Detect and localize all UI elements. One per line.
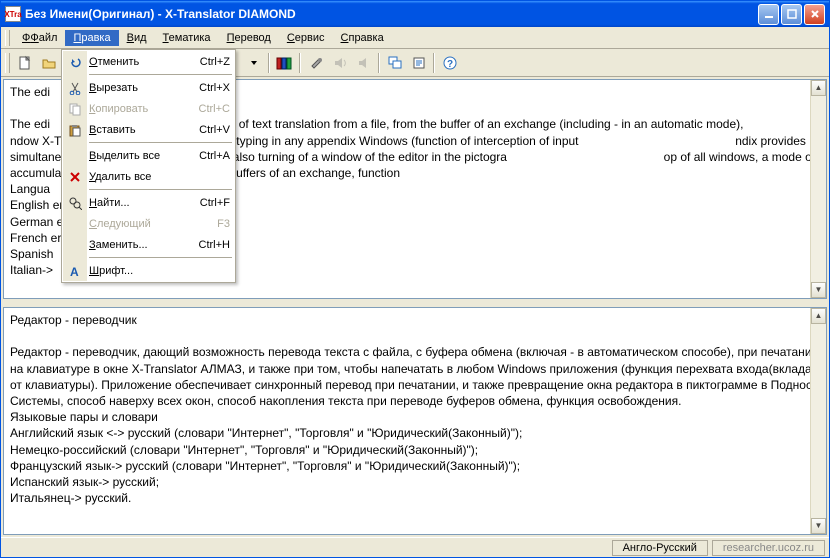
scroll-up-icon[interactable]: ▲ <box>811 80 826 96</box>
menu-item-найти-[interactable]: Найти...Ctrl+F <box>63 192 234 213</box>
menu-item-label: Копировать <box>85 103 182 115</box>
menu-item-выделить-все[interactable]: Выделить всеCtrl+A <box>63 145 234 166</box>
content-area: The edi The edi unity of text translatio… <box>1 77 829 537</box>
find-icon <box>65 196 85 210</box>
status-lang-pair[interactable]: Англо-Русский <box>612 540 708 556</box>
maximize-button[interactable] <box>781 4 802 25</box>
menu-translate[interactable]: Перевод <box>219 30 279 46</box>
menu-item-shortcut: Ctrl+X <box>182 82 230 94</box>
menu-separator <box>89 142 232 143</box>
dropdown-arrow-button[interactable] <box>242 52 265 74</box>
text-line: Языковые пары и словари <box>10 409 820 425</box>
menu-item-шрифт-[interactable]: A Шрифт... <box>63 260 234 281</box>
text-line: Французский язык-> русский (словари "Инт… <box>10 458 820 474</box>
windows-button[interactable] <box>383 52 406 74</box>
paste-icon <box>65 123 85 137</box>
menu-item-вставить[interactable]: ВставитьCtrl+V <box>63 119 234 140</box>
sound-button[interactable] <box>328 52 351 74</box>
title-bar: XTra Без Имени(Оригинал) - X-Translator … <box>1 1 829 27</box>
app-icon: XTra <box>5 6 21 22</box>
menu-item-label: Отменить <box>85 56 182 68</box>
menu-item-вырезать[interactable]: ВырезатьCtrl+X <box>63 77 234 98</box>
menu-item-shortcut: Ctrl+A <box>182 150 230 162</box>
scroll-down-icon[interactable]: ▼ <box>811 518 826 534</box>
menu-item-label: Выделить все <box>85 150 182 162</box>
svg-text:?: ? <box>446 59 452 70</box>
settings-button[interactable] <box>304 52 327 74</box>
menu-item-shortcut: Ctrl+Z <box>182 56 230 68</box>
status-bar: Англо-Русский researcher.ucoz.ru <box>1 537 829 557</box>
menu-item-shortcut: Ctrl+V <box>182 124 230 136</box>
menu-separator <box>89 74 232 75</box>
minimize-button[interactable] <box>758 4 779 25</box>
cut-icon <box>65 81 85 95</box>
menu-item-следующий: СледующийF3 <box>63 213 234 234</box>
menu-item-label: Вставить <box>85 124 182 136</box>
scrollbar[interactable]: ▲ ▼ <box>810 308 826 534</box>
help-button[interactable]: ? <box>438 52 461 74</box>
translation-pane[interactable]: Редактор - переводчик Редактор - перевод… <box>3 307 827 535</box>
app-window: XTra Без Имени(Оригинал) - X-Translator … <box>0 0 830 558</box>
scrollbar[interactable]: ▲ ▼ <box>810 80 826 298</box>
history-button[interactable] <box>407 52 430 74</box>
menubar-grip <box>5 30 10 46</box>
speak-button[interactable] <box>352 52 375 74</box>
menu-separator <box>89 257 232 258</box>
menu-item-удалить-все[interactable]: Удалить все <box>63 166 234 187</box>
menu-item-копировать: КопироватьCtrl+C <box>63 98 234 119</box>
delete-icon <box>65 170 85 184</box>
menu-item-отменить[interactable]: ОтменитьCtrl+Z <box>63 51 234 72</box>
status-watermark: researcher.ucoz.ru <box>712 540 825 556</box>
menu-bar: ФФайл Правка Вид Тематика Перевод Сервис… <box>1 27 829 49</box>
menu-item-label: Найти... <box>85 197 182 209</box>
text-line: Итальянец-> русский. <box>10 490 820 506</box>
close-button[interactable] <box>804 4 825 25</box>
menu-service[interactable]: Сервис <box>279 30 333 46</box>
text-line: Редактор - переводчик <box>10 312 820 328</box>
menu-item-shortcut: Ctrl+H <box>182 239 230 251</box>
edit-dropdown-menu: ОтменитьCtrl+ZВырезатьCtrl+XКопироватьCt… <box>61 49 236 283</box>
copy-icon <box>65 102 85 116</box>
menu-file[interactable]: ФФайл <box>14 30 65 46</box>
menu-separator <box>89 189 232 190</box>
scroll-down-icon[interactable]: ▼ <box>811 282 826 298</box>
menu-item-label: Удалить все <box>85 171 182 183</box>
menu-item-label: Вырезать <box>85 82 182 94</box>
menu-item-label: Шрифт... <box>85 265 182 277</box>
new-button[interactable] <box>13 52 36 74</box>
menu-item-label: Заменить... <box>85 239 182 251</box>
font-icon: A <box>65 264 85 278</box>
splitter[interactable] <box>1 301 829 305</box>
toolbar-grip <box>5 53 10 73</box>
menu-item-shortcut: Ctrl+F <box>182 197 230 209</box>
menu-item-label: Следующий <box>85 218 182 230</box>
menu-edit[interactable]: Правка <box>65 30 118 46</box>
undo-icon <box>65 55 85 69</box>
text-line: Английский язык <-> русский (словари "Ин… <box>10 425 820 441</box>
menu-item-shortcut: F3 <box>182 218 230 230</box>
text-line: Испанский язык-> русский; <box>10 474 820 490</box>
menu-help[interactable]: Справка <box>333 30 392 46</box>
menu-view[interactable]: Вид <box>119 30 155 46</box>
open-button[interactable] <box>37 52 60 74</box>
menu-topic[interactable]: Тематика <box>155 30 219 46</box>
menu-item-shortcut: Ctrl+C <box>182 103 230 115</box>
menu-item-заменить-[interactable]: Заменить...Ctrl+H <box>63 234 234 255</box>
window-title: Без Имени(Оригинал) - X-Translator DIAMO… <box>25 7 758 21</box>
svg-text:A: A <box>70 265 79 278</box>
text-body: Редактор - переводчик, дающий возможност… <box>10 344 820 409</box>
dictionaries-button[interactable] <box>273 52 296 74</box>
text-line: Немецко-российский (словари "Интернет", … <box>10 442 820 458</box>
scroll-up-icon[interactable]: ▲ <box>811 308 826 324</box>
